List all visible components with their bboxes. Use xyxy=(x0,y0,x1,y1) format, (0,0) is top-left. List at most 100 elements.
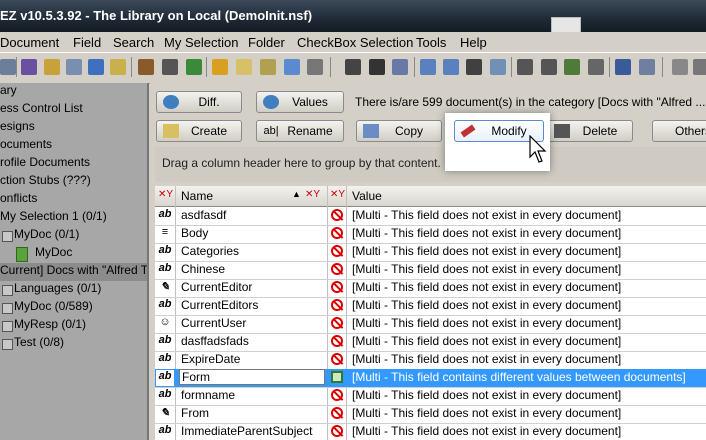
rename-button[interactable]: ab| Rename xyxy=(256,120,344,142)
field-value: [Multi - This field does not exist in ev… xyxy=(352,226,622,240)
find-icon[interactable] xyxy=(138,59,154,75)
nav-item[interactable]: Languages (0/1) xyxy=(14,281,101,299)
people-icon[interactable] xyxy=(212,59,228,75)
menu-search[interactable]: Search xyxy=(113,35,154,50)
nav-item[interactable]: MyDoc (0/1) xyxy=(14,227,79,245)
table-row[interactable]: ✎ CurrentEditor [Multi - This field does… xyxy=(155,279,706,298)
different-values-icon xyxy=(331,371,343,383)
nav-item-current[interactable]: Current] Docs with "Alfred T xyxy=(0,263,147,281)
nav-item[interactable]: ess Control List xyxy=(0,101,83,119)
not-equal-icon xyxy=(331,335,343,347)
not-equal-icon xyxy=(331,425,343,437)
copy-icon[interactable] xyxy=(284,59,300,75)
nav-item[interactable]: ction Stubs (???) xyxy=(0,173,91,191)
values-button[interactable]: Values xyxy=(256,91,344,113)
nav-item[interactable]: MyDoc (0/589) xyxy=(14,299,93,317)
menu-folder[interactable]: Folder xyxy=(248,35,285,50)
field-name: From xyxy=(181,406,209,420)
nav-item[interactable]: ocuments xyxy=(0,137,52,155)
folder-tree-icon[interactable] xyxy=(236,59,252,75)
copy-button[interactable]: Copy xyxy=(356,120,442,142)
brush-icon[interactable] xyxy=(615,59,631,75)
others-button[interactable]: Others xyxy=(652,120,706,142)
pointer-icon[interactable] xyxy=(443,59,459,75)
refresh-icon[interactable] xyxy=(392,59,408,75)
search-icon[interactable] xyxy=(88,59,104,75)
menu-my-selection[interactable]: My Selection xyxy=(164,35,238,50)
column-header-value[interactable]: Value xyxy=(352,189,382,203)
field-name-editor[interactable]: Form xyxy=(179,369,325,385)
unid-icon[interactable] xyxy=(162,59,178,75)
grid-header: ✕Y Name ▲ ✕Y ✕Y Value xyxy=(155,186,706,207)
menu-document[interactable]: Document xyxy=(0,35,59,50)
ini-icon[interactable] xyxy=(110,59,126,75)
expand-icon[interactable] xyxy=(490,59,506,75)
filter-icon[interactable]: ✕Y xyxy=(330,189,345,200)
cross-icon[interactable] xyxy=(369,59,385,75)
table-row[interactable]: ≡ Body [Multi - This field does not exis… xyxy=(155,225,706,244)
create-doc-icon xyxy=(163,124,179,138)
trash-icon[interactable] xyxy=(307,59,323,75)
field-name: asdfasdf xyxy=(181,208,227,222)
nav-item[interactable]: esigns xyxy=(0,119,35,137)
filter-icon[interactable]: ✕Y xyxy=(305,189,320,200)
nav-item[interactable]: rofile Documents xyxy=(0,155,90,173)
list-icon[interactable] xyxy=(517,59,533,75)
nav-item[interactable]: onflicts xyxy=(0,191,37,209)
main-panel: Diff. Values There is/are 599 document(s… xyxy=(150,83,706,440)
doc-view-icon[interactable] xyxy=(588,59,604,75)
field-value: [Multi - This field does not exist in ev… xyxy=(352,280,622,294)
text-icon[interactable] xyxy=(466,59,482,75)
table-row[interactable]: ab CurrentEditors [Multi - This field do… xyxy=(155,297,706,316)
table-row-selected[interactable]: ab Form [Multi - This field contains dif… xyxy=(155,369,706,388)
field-name: CurrentEditors xyxy=(181,298,259,312)
more-icon[interactable] xyxy=(693,59,706,75)
checkbox-icon[interactable] xyxy=(672,59,688,75)
check-icon[interactable] xyxy=(345,59,361,75)
table-row[interactable]: ab asdfasdf [Multi - This field does not… xyxy=(155,207,706,226)
column-header-name[interactable]: Name xyxy=(181,189,213,203)
print-icon[interactable] xyxy=(639,59,655,75)
tree-node-icon xyxy=(2,231,13,242)
nav-item[interactable]: MyDoc xyxy=(35,245,72,263)
not-equal-icon xyxy=(331,209,343,221)
table-row[interactable]: ab formname [Multi - This field does not… xyxy=(155,387,706,406)
menu-help[interactable]: Help xyxy=(460,35,487,50)
export-icon[interactable] xyxy=(564,59,580,75)
menu-checkbox-selection[interactable]: CheckBox Selection xyxy=(297,35,413,50)
mouse-pointer-icon xyxy=(529,135,547,163)
table-row[interactable]: ab Chinese [Multi - This field does not … xyxy=(155,261,706,280)
text-field-icon: ab xyxy=(158,352,172,364)
doc-icon[interactable] xyxy=(0,59,16,75)
create-button[interactable]: Create xyxy=(156,120,242,142)
copy-icon xyxy=(363,124,379,138)
at-icon[interactable] xyxy=(541,59,557,75)
nav-item[interactable]: Test (0/8) xyxy=(14,335,64,353)
table-row[interactable]: ab dasffadsfads [Multi - This field does… xyxy=(155,333,706,352)
new-doc-icon[interactable] xyxy=(66,59,82,75)
table-row[interactable]: ab ImmediateParentSubject [Multi - This … xyxy=(155,423,706,440)
group-by-hint: Drag a column header here to group by th… xyxy=(162,156,441,170)
edit-doc-icon[interactable] xyxy=(44,59,60,75)
table-row[interactable]: ab ExpireDate [Multi - This field does n… xyxy=(155,351,706,370)
delete-doc-icon xyxy=(554,124,570,138)
nav-item[interactable]: My Selection 1 (0/1) xyxy=(0,209,107,227)
table-row[interactable]: ab Categories [Multi - This field does n… xyxy=(155,243,706,262)
folder-icon[interactable] xyxy=(260,59,276,75)
nav-item[interactable]: MyResp (0/1) xyxy=(14,317,86,335)
menu-field[interactable]: Field xyxy=(73,35,101,50)
diff-button[interactable]: Diff. xyxy=(156,91,242,113)
field-name: CurrentEditor xyxy=(181,280,253,294)
link-icon[interactable] xyxy=(186,59,202,75)
nav-item[interactable]: ary xyxy=(0,83,17,101)
filter-icon[interactable]: ✕Y xyxy=(158,189,173,200)
tag-icon[interactable] xyxy=(21,59,37,75)
toolbar-separator xyxy=(131,57,132,77)
layout-icon[interactable] xyxy=(420,59,436,75)
toolbar-separator xyxy=(330,57,331,77)
delete-button[interactable]: Delete xyxy=(547,120,633,142)
menu-tools[interactable]: Tools xyxy=(416,35,446,50)
table-row[interactable]: ☺ CurrentUser [Multi - This field does n… xyxy=(155,315,706,334)
sort-up-icon[interactable]: ▲ xyxy=(292,189,301,199)
table-row[interactable]: ✎ From [Multi - This field does not exis… xyxy=(155,405,706,424)
